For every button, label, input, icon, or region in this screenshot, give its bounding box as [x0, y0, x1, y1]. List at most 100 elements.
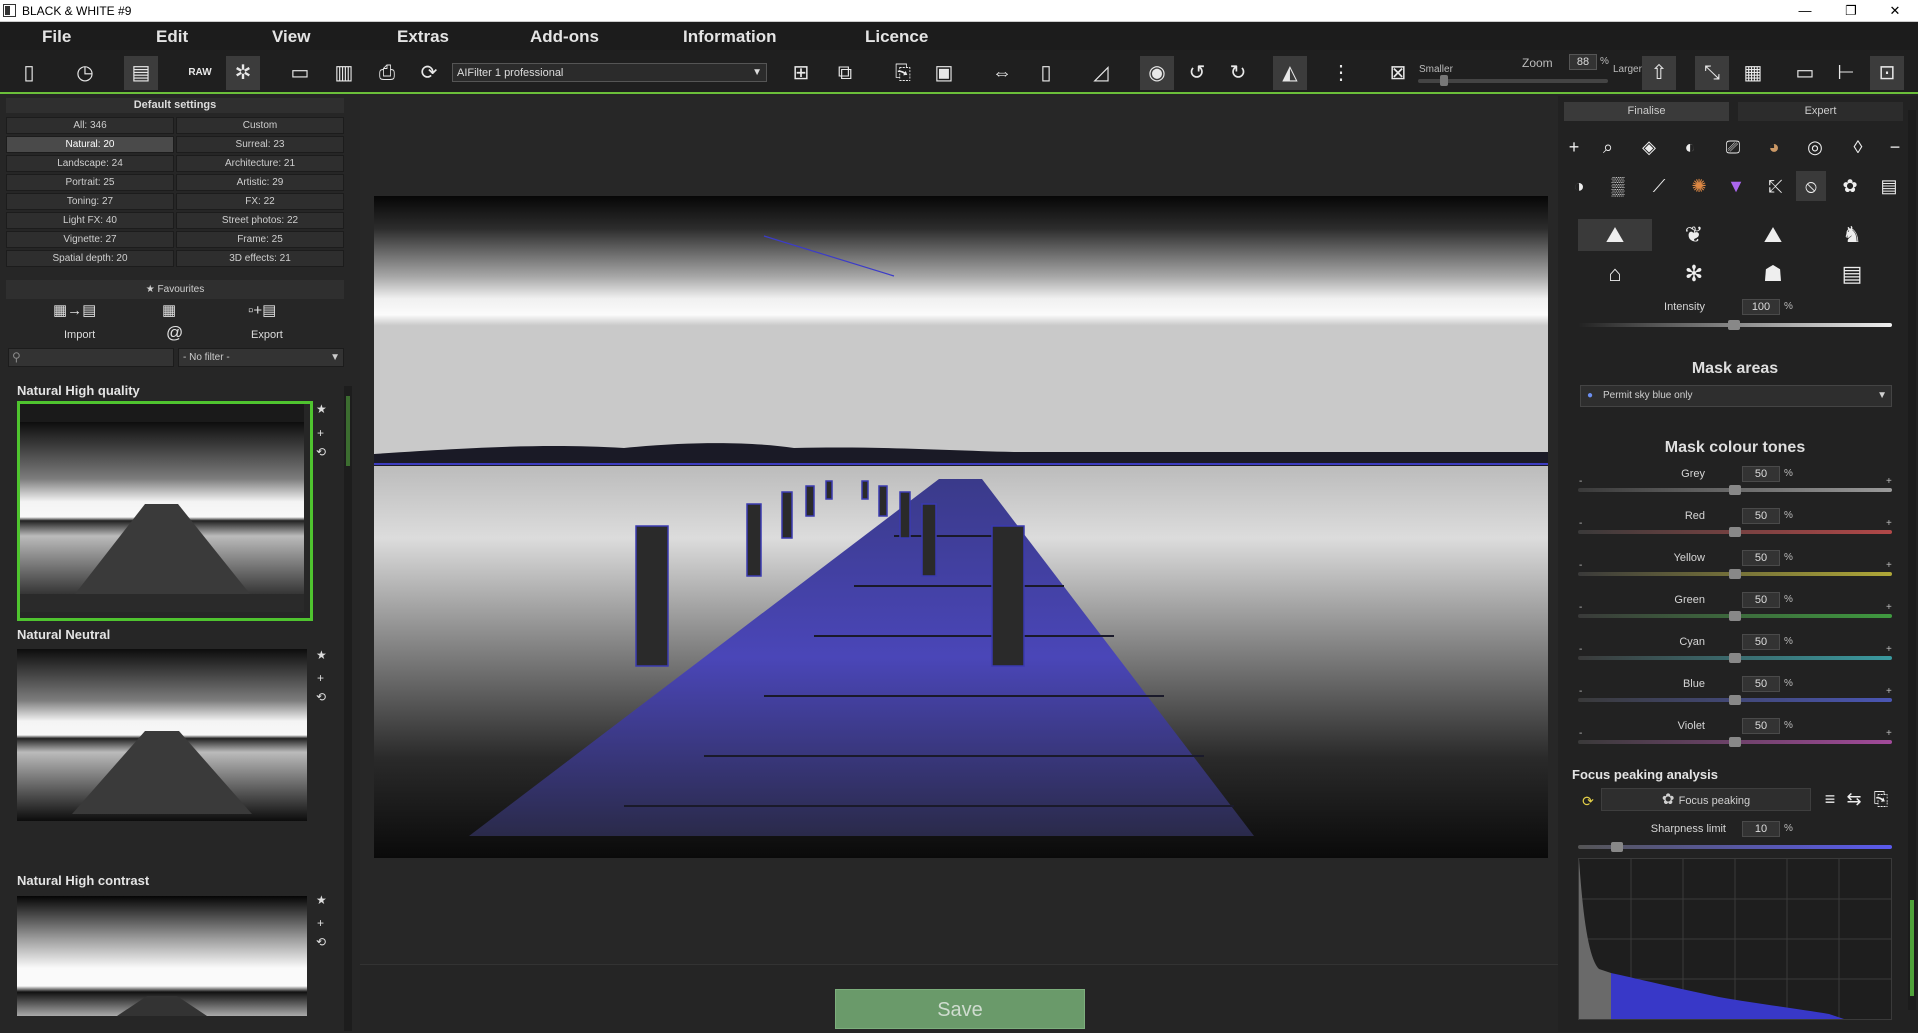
more-icon[interactable]: ⋮	[1324, 56, 1358, 90]
peaking-export-icon[interactable]: ⎘	[1866, 784, 1896, 814]
category-filter[interactable]: FX: 22	[176, 193, 344, 210]
category-filter[interactable]: Landscape: 24	[6, 155, 174, 172]
peaking-swap-icon[interactable]: ⇆	[1839, 784, 1869, 814]
presets-scrollbar[interactable]	[344, 386, 352, 1031]
mask-plant-icon[interactable]: ❦	[1657, 219, 1731, 251]
category-filter[interactable]: Frame: 25	[176, 231, 344, 248]
save-button[interactable]: Save	[835, 989, 1085, 1029]
category-filter[interactable]: Artistic: 29	[176, 174, 344, 191]
grid-icon[interactable]: ▦	[1736, 56, 1770, 90]
focus-peaking-button[interactable]: ✿ Focus peaking	[1601, 788, 1811, 811]
mask-tool-icon[interactable]: ⦸	[1796, 171, 1826, 201]
sharpness-slider-track[interactable]	[1578, 845, 1892, 849]
tone-slider-thumb[interactable]	[1729, 611, 1741, 621]
info-icon[interactable]: ▯	[1029, 56, 1063, 90]
diamond-icon[interactable]: ◈	[1634, 132, 1664, 162]
intensity-slider-thumb[interactable]	[1728, 320, 1740, 330]
fullscreen-icon[interactable]: ⊡	[1870, 56, 1904, 90]
rotate-right-icon[interactable]: ↻	[1221, 56, 1255, 90]
category-filter[interactable]: Spatial depth: 20	[6, 250, 174, 267]
category-filter[interactable]: Natural: 20	[6, 136, 174, 153]
tone-value-input[interactable]: 50	[1742, 718, 1780, 734]
sharpness-value-input[interactable]: 10	[1742, 821, 1780, 837]
add-icon[interactable]: +	[317, 916, 324, 930]
preset-thumbnail-natural-high-quality[interactable]	[17, 401, 313, 621]
zoom-value-input[interactable]: 88	[1569, 54, 1597, 70]
filter-dropdown[interactable]: - No filter - ▼	[178, 348, 344, 367]
menu-information[interactable]: Information	[683, 27, 777, 47]
export-image-icon[interactable]: ⎘	[886, 56, 920, 90]
tab-expert[interactable]: Expert	[1738, 102, 1903, 121]
mask-light-icon[interactable]: ✻	[1657, 258, 1731, 290]
category-filter[interactable]: Surreal: 23	[176, 136, 344, 153]
add-icon[interactable]: +	[317, 426, 324, 440]
transform-icon[interactable]: ⤡	[1695, 56, 1729, 90]
intensity-value-input[interactable]: 100	[1742, 299, 1780, 315]
tone-value-input[interactable]: 50	[1742, 550, 1780, 566]
history-icon[interactable]: ◷	[68, 56, 102, 90]
export-icon[interactable]: ▫+▤	[248, 301, 276, 319]
new-file-icon[interactable]: ▯	[12, 56, 46, 90]
refresh-icon[interactable]: ⟲	[316, 935, 326, 949]
mask-mountain-icon[interactable]: ⛰	[1736, 219, 1810, 251]
save-as-icon[interactable]: ▥	[327, 56, 361, 90]
open-file-icon[interactable]: ▤	[124, 56, 158, 90]
tone-value-input[interactable]: 50	[1742, 466, 1780, 482]
import-label[interactable]: Import	[64, 329, 95, 341]
tone-value-input[interactable]: 50	[1742, 676, 1780, 692]
zoom-slider-thumb[interactable]	[1440, 75, 1448, 86]
panel-right-icon[interactable]: ⊢	[1829, 56, 1863, 90]
refresh-icon[interactable]: ⟲	[316, 690, 326, 704]
mask-areas-dropdown[interactable]: ● Permit sky blue only ▼	[1580, 385, 1892, 407]
favourite-star-icon[interactable]: ★	[316, 402, 327, 416]
save-icon[interactable]: ▭	[283, 56, 317, 90]
color-wheel-icon[interactable]: ◕	[1759, 132, 1789, 162]
favourites-button[interactable]: ★ Favourites	[6, 280, 344, 299]
menu-file[interactable]: File	[42, 27, 71, 47]
print-icon[interactable]: ⎙	[370, 56, 404, 90]
menu-add-ons[interactable]: Add-ons	[530, 27, 599, 47]
favourite-star-icon[interactable]: ★	[316, 893, 327, 907]
sharpness-slider-thumb[interactable]	[1611, 842, 1623, 852]
category-filter[interactable]: Toning: 27	[6, 193, 174, 210]
minimize-button[interactable]: —	[1782, 0, 1828, 22]
tone-slider-thumb[interactable]	[1729, 737, 1741, 747]
brush-icon[interactable]: ⟋	[1644, 171, 1674, 201]
scrollbar-thumb[interactable]	[346, 396, 350, 466]
target-icon[interactable]: ◎	[1800, 132, 1830, 162]
mask-text-icon[interactable]: ▤	[1815, 258, 1889, 290]
panel-bottom-icon[interactable]: ▭	[1788, 56, 1822, 90]
film-icon[interactable]: ⎚	[1718, 132, 1748, 162]
category-filter[interactable]: All: 346	[6, 117, 174, 134]
color-ring-icon[interactable]: ✺	[1684, 171, 1714, 201]
add-icon[interactable]: +	[1559, 132, 1589, 162]
tone-slider-thumb[interactable]	[1729, 653, 1741, 663]
layers-icon[interactable]: ⧉	[828, 56, 862, 90]
preview-eye-icon[interactable]: ◉	[1140, 56, 1174, 90]
magnifier-icon[interactable]: ⌕	[1593, 132, 1623, 162]
preset-thumbnail-natural-high-contrast[interactable]	[17, 896, 307, 1016]
import-icon[interactable]: ▦→▤	[53, 301, 96, 319]
node-icon[interactable]: ⤪	[1761, 171, 1791, 201]
email-icon[interactable]: @	[166, 323, 183, 343]
rotate-left-icon[interactable]: ↺	[1180, 56, 1214, 90]
filter-select[interactable]: AIFilter 1 professional ▼	[452, 63, 767, 82]
document-icon[interactable]: ▤	[1874, 171, 1904, 201]
close-button[interactable]: ✕	[1872, 0, 1918, 22]
maximize-button[interactable]: ❐	[1828, 0, 1874, 22]
tone-value-input[interactable]: 50	[1742, 592, 1780, 608]
aperture-icon[interactable]: ✿	[1835, 171, 1865, 201]
upload-icon[interactable]: ⇧	[1642, 56, 1676, 90]
minus-icon[interactable]: −	[1880, 132, 1910, 162]
favourite-star-icon[interactable]: ★	[316, 648, 327, 662]
menu-edit[interactable]: Edit	[156, 27, 188, 47]
tone-value-input[interactable]: 50	[1742, 634, 1780, 650]
refresh-icon[interactable]: ⟲	[316, 445, 326, 459]
category-filter[interactable]: Vignette: 27	[6, 231, 174, 248]
menu-licence[interactable]: Licence	[865, 27, 928, 47]
crop-icon[interactable]: ▣	[927, 56, 961, 90]
sync-icon[interactable]: ⟳	[1573, 786, 1603, 816]
mirror-icon[interactable]: ◭	[1273, 56, 1307, 90]
contrast-icon[interactable]: ◐	[1675, 132, 1705, 162]
export-label[interactable]: Export	[251, 329, 283, 341]
